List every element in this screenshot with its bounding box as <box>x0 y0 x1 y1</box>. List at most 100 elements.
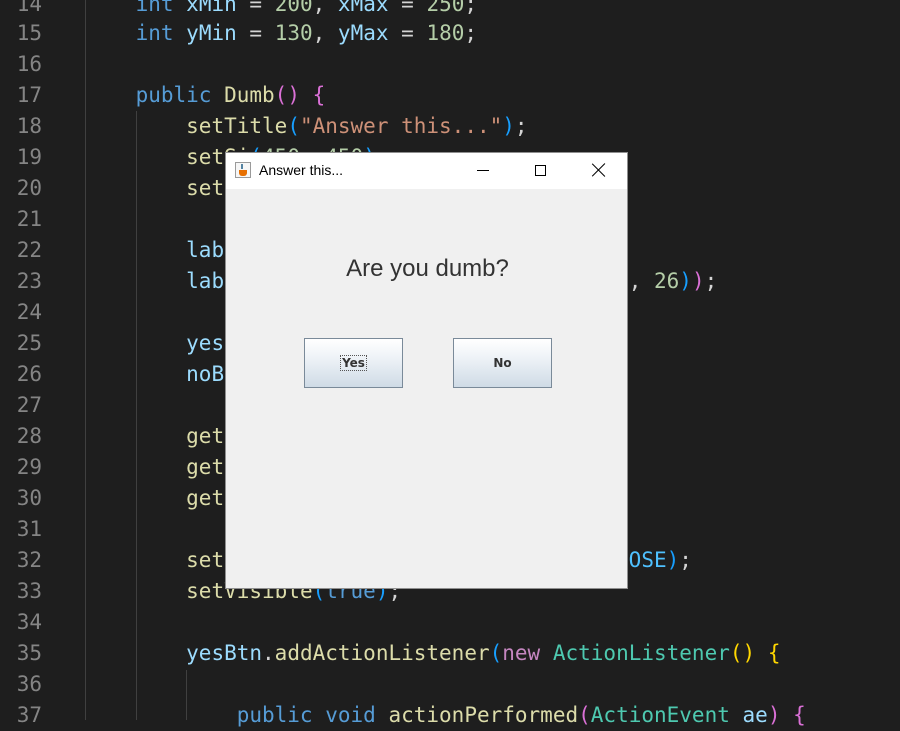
code-line[interactable]: 16 <box>0 49 900 80</box>
code-token: ; <box>464 0 478 16</box>
code-line[interactable]: 14 int xMin = 200, xMax = 250; <box>0 0 900 20</box>
yes-button-label: Yes <box>340 355 367 371</box>
maximize-icon <box>535 165 546 176</box>
code-token: , <box>628 269 654 293</box>
java-app-icon <box>235 162 251 178</box>
close-button[interactable] <box>570 153 628 189</box>
line-number: 26 <box>16 362 42 386</box>
code-token: { <box>312 83 326 107</box>
code-token: ) <box>666 548 680 572</box>
line-number: 31 <box>16 517 42 541</box>
code-token: ; <box>679 548 692 572</box>
code-text: getC <box>85 452 237 483</box>
code-token: 180 <box>426 21 465 45</box>
no-button-label: No <box>493 356 512 370</box>
code-token: () <box>274 83 300 107</box>
code-text: set <box>85 173 224 204</box>
line-number: 36 <box>16 672 42 696</box>
line-number: 15 <box>16 21 42 45</box>
code-text: getC <box>85 421 237 452</box>
code-token: { <box>767 641 781 665</box>
code-line[interactable]: 36 <box>0 669 900 700</box>
code-token: void <box>325 703 376 727</box>
code-token: = <box>236 0 275 16</box>
maximize-button[interactable] <box>512 153 570 189</box>
line-number: 25 <box>16 331 42 355</box>
code-text: noBt <box>85 359 237 390</box>
line-number: 23 <box>16 269 42 293</box>
code-line[interactable]: 15 int yMin = 130, yMax = 180; <box>0 18 900 49</box>
code-token: ( <box>489 641 503 665</box>
code-token: int <box>135 21 174 45</box>
code-token: int <box>135 0 174 16</box>
code-token: addActionListener <box>274 641 490 665</box>
no-button[interactable]: No <box>453 338 552 388</box>
code-text: yesBtn.addActionListener(new ActionListe… <box>85 638 780 669</box>
code-token: xMax <box>337 0 389 16</box>
code-text: yesB <box>85 328 237 359</box>
line-number: 32 <box>16 548 42 572</box>
line-number: 29 <box>16 455 42 479</box>
code-token: setTitle <box>186 114 288 138</box>
line-number: 22 <box>16 238 42 262</box>
line-number: 28 <box>16 424 42 448</box>
code-token: set <box>186 176 225 200</box>
dialog-titlebar[interactable]: Answer this... <box>226 153 627 189</box>
code-text: public Dumb() { <box>85 80 326 111</box>
line-number: 17 <box>16 83 42 107</box>
code-token: ) <box>767 703 781 727</box>
code-token: ActionListener <box>552 641 730 665</box>
minimize-button[interactable] <box>454 153 512 189</box>
code-token: () <box>729 641 756 665</box>
code-line[interactable]: 35 yesBtn.addActionListener(new ActionLi… <box>0 638 900 669</box>
code-token: yesBtn <box>186 641 263 665</box>
code-line[interactable]: 37 public void actionPerformed(ActionEve… <box>0 700 900 731</box>
code-line[interactable]: 34 <box>0 607 900 638</box>
code-token: public <box>135 83 212 107</box>
code-line[interactable]: 18 setTitle("Answer this..."); <box>0 111 900 142</box>
line-number: 19 <box>16 145 42 169</box>
code-token: ( <box>287 114 300 138</box>
code-token: ActionEvent <box>590 703 730 727</box>
line-number: 34 <box>16 610 42 634</box>
code-token: new <box>502 641 541 665</box>
code-text: int xMin = 200, xMax = 250; <box>85 0 477 20</box>
dialog-window: Answer this... Are you dumb? Yes No <box>225 152 628 589</box>
code-token: ) <box>679 269 692 293</box>
line-number: 20 <box>16 176 42 200</box>
close-icon <box>592 163 606 177</box>
line-number: 14 <box>16 0 42 16</box>
code-token: ; <box>464 21 478 45</box>
yes-button[interactable]: Yes <box>304 338 403 388</box>
line-number: 18 <box>16 114 42 138</box>
code-token: yMin <box>186 21 237 45</box>
code-text: public void actionPerformed(ActionEvent … <box>85 700 806 731</box>
code-token: yMax <box>337 21 389 45</box>
line-number: 37 <box>16 703 42 727</box>
code-token: public <box>236 703 313 727</box>
code-token: ae <box>742 703 768 727</box>
code-line[interactable]: 17 public Dumb() { <box>0 80 900 111</box>
line-number: 21 <box>16 207 42 231</box>
code-token: ( <box>578 703 591 727</box>
code-token: 250 <box>426 0 465 16</box>
code-token: . <box>262 641 275 665</box>
